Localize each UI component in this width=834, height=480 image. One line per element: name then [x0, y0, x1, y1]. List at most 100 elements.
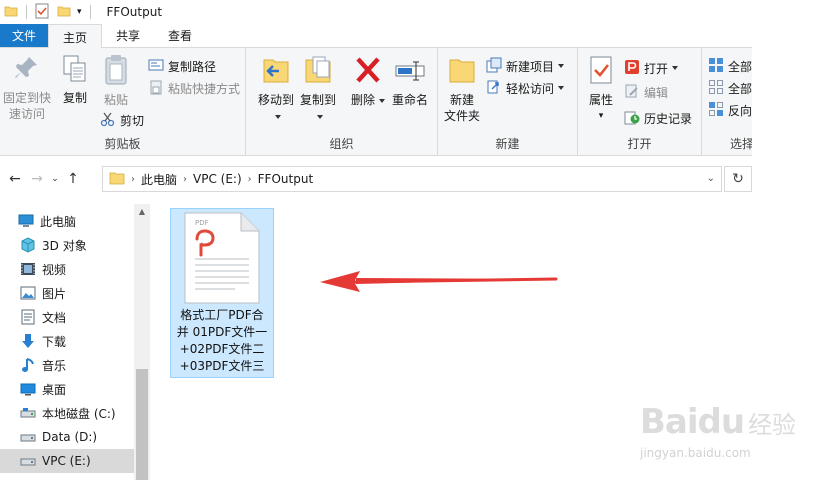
chevron-right-icon[interactable]: ›	[248, 174, 252, 185]
tab-share[interactable]: 共享	[102, 24, 154, 47]
cut-button[interactable]: 剪切	[100, 110, 144, 130]
history-label: 历史记录	[644, 111, 693, 126]
drive-icon	[20, 405, 36, 421]
select-group: 全部 全部 反向 选择	[702, 48, 752, 155]
copy-path-label: 复制路径	[168, 59, 217, 74]
navigation-pane: 此电脑 3D 对象 视频 图片 文档 下载 音乐 桌面 本地磁盘 (C:) Da…	[0, 204, 150, 480]
paste-label: 粘贴	[103, 93, 128, 107]
move-to-label: 移动到	[256, 92, 296, 124]
tab-view[interactable]: 查看	[154, 24, 206, 47]
new-folder-quick-icon[interactable]	[57, 4, 71, 21]
new-item-button[interactable]: 新建项目	[486, 56, 565, 76]
scroll-up-arrow-icon[interactable]: ▲	[134, 204, 150, 220]
customize-quick-access-icon[interactable]: ▾	[77, 7, 82, 17]
move-to-button[interactable]: 移动到	[256, 54, 296, 124]
nav-label: 音乐	[42, 358, 67, 373]
select-all-label: 全部	[728, 59, 752, 74]
3d-objects-icon	[20, 237, 36, 253]
tab-file[interactable]: 文件	[0, 24, 48, 47]
invert-selection-button[interactable]: 反向	[708, 100, 752, 120]
nav-pictures[interactable]: 图片	[0, 281, 134, 305]
delete-button[interactable]: 删除	[350, 54, 386, 108]
nav-music[interactable]: 音乐	[0, 353, 134, 377]
properties-quick-icon[interactable]	[35, 3, 49, 22]
nav-drive-e[interactable]: VPC (E:)	[0, 449, 134, 473]
watermark-logo: Baidu	[640, 402, 745, 442]
select-none-label: 全部	[728, 81, 752, 96]
select-all-icon	[708, 57, 724, 76]
organize-group-label: 组织	[329, 137, 354, 151]
easy-access-button[interactable]: 轻松访问	[486, 78, 565, 98]
delete-x-icon	[350, 54, 386, 90]
nav-drive-d[interactable]: Data (D:)	[0, 425, 134, 449]
pin-label-line1: 固定到快	[2, 91, 51, 105]
watermark-text: 经验	[748, 411, 797, 439]
history-icon	[624, 109, 640, 128]
pictures-icon	[20, 285, 36, 301]
open-button[interactable]: 打开	[624, 58, 679, 78]
copy-to-button[interactable]: 复制到	[298, 54, 338, 124]
address-dropdown-icon[interactable]: ⌄	[707, 173, 715, 184]
nav-label: Data (D:)	[42, 430, 98, 444]
select-all-button[interactable]: 全部	[708, 56, 752, 76]
file-name-line: 并 01PDF文件一	[176, 325, 268, 339]
new-item-label: 新建项目	[506, 59, 555, 74]
chevron-right-icon[interactable]: ›	[183, 174, 187, 185]
nav-label: 图片	[42, 286, 67, 301]
properties-dropdown-icon[interactable]: ▾	[582, 108, 620, 124]
edit-button[interactable]: 编辑	[624, 82, 668, 102]
paste-shortcut-label: 粘贴快捷方式	[168, 81, 241, 96]
open-label: 打开	[644, 61, 669, 76]
copy-button[interactable]: 复制	[58, 54, 92, 106]
organize-group: 移动到 复制到 删除 重命名 组织	[246, 48, 438, 155]
nav-desktop[interactable]: 桌面	[0, 377, 134, 401]
drive-icon	[20, 429, 36, 445]
breadcrumb-folder[interactable]: FFOutput	[258, 172, 314, 186]
back-arrow-icon[interactable]: ←	[4, 171, 26, 187]
nav-videos[interactable]: 视频	[0, 257, 134, 281]
paste-shortcut-button[interactable]: 粘贴快捷方式	[148, 78, 240, 98]
select-none-button[interactable]: 全部	[708, 78, 752, 98]
breadcrumb-drive[interactable]: VPC (E:)	[193, 172, 242, 186]
documents-icon	[20, 309, 36, 325]
delete-label: 删除	[350, 92, 386, 108]
history-button[interactable]: 历史记录	[624, 108, 692, 128]
nav-3d-objects[interactable]: 3D 对象	[0, 233, 134, 257]
tab-home[interactable]: 主页	[48, 24, 103, 49]
move-to-icon	[256, 54, 296, 90]
nav-scrollbar-thumb[interactable]	[136, 369, 148, 480]
paste-button[interactable]: 粘贴	[98, 54, 134, 108]
file-item-pdf[interactable]: PDF 格式工厂PDF合 并 01PDF文件一 +02PDF文件二 +03PDF…	[170, 208, 274, 378]
address-bar[interactable]: › 此电脑 › VPC (E:) › FFOutput ⌄	[102, 166, 722, 192]
up-arrow-icon[interactable]: ↑	[62, 171, 84, 187]
copy-label: 复制	[62, 91, 87, 105]
properties-icon	[582, 54, 620, 90]
pin-quick-access-button[interactable]: 固定到快 速访问	[2, 54, 52, 122]
download-icon	[20, 333, 36, 349]
nav-label: 文档	[42, 310, 67, 325]
copy-path-button[interactable]: 复制路径	[148, 56, 216, 76]
invert-selection-icon	[708, 101, 724, 120]
recent-locations-icon[interactable]: ⌄	[48, 174, 62, 184]
pdf-file-icon: PDF	[183, 211, 261, 308]
new-folder-button[interactable]: 新建 文件夹	[442, 54, 482, 124]
breadcrumb-this-pc[interactable]: 此电脑	[141, 171, 177, 188]
clipboard-group: 固定到快 速访问 复制 粘贴 复制路径 粘贴快捷方式 剪切 剪贴板	[0, 48, 246, 155]
nav-downloads[interactable]: 下载	[0, 329, 134, 353]
title-separator	[89, 5, 91, 19]
chevron-right-icon[interactable]: ›	[131, 174, 135, 185]
nav-documents[interactable]: 文档	[0, 305, 134, 329]
refresh-button[interactable]: ↻	[724, 166, 752, 192]
pdf-type-tag: PDF	[195, 219, 209, 227]
copy-to-label: 复制到	[298, 92, 338, 124]
new-group-label: 新建	[495, 137, 520, 151]
forward-arrow-icon[interactable]: →	[26, 171, 48, 187]
rename-button[interactable]: 重命名	[388, 54, 432, 108]
nav-this-pc[interactable]: 此电脑	[0, 209, 134, 233]
computer-icon	[18, 213, 34, 229]
nav-drive-c[interactable]: 本地磁盘 (C:)	[0, 401, 134, 425]
video-icon	[20, 261, 36, 277]
copy-to-icon	[298, 54, 338, 90]
properties-button[interactable]: 属性 ▾	[582, 54, 620, 124]
edit-icon	[624, 83, 640, 102]
